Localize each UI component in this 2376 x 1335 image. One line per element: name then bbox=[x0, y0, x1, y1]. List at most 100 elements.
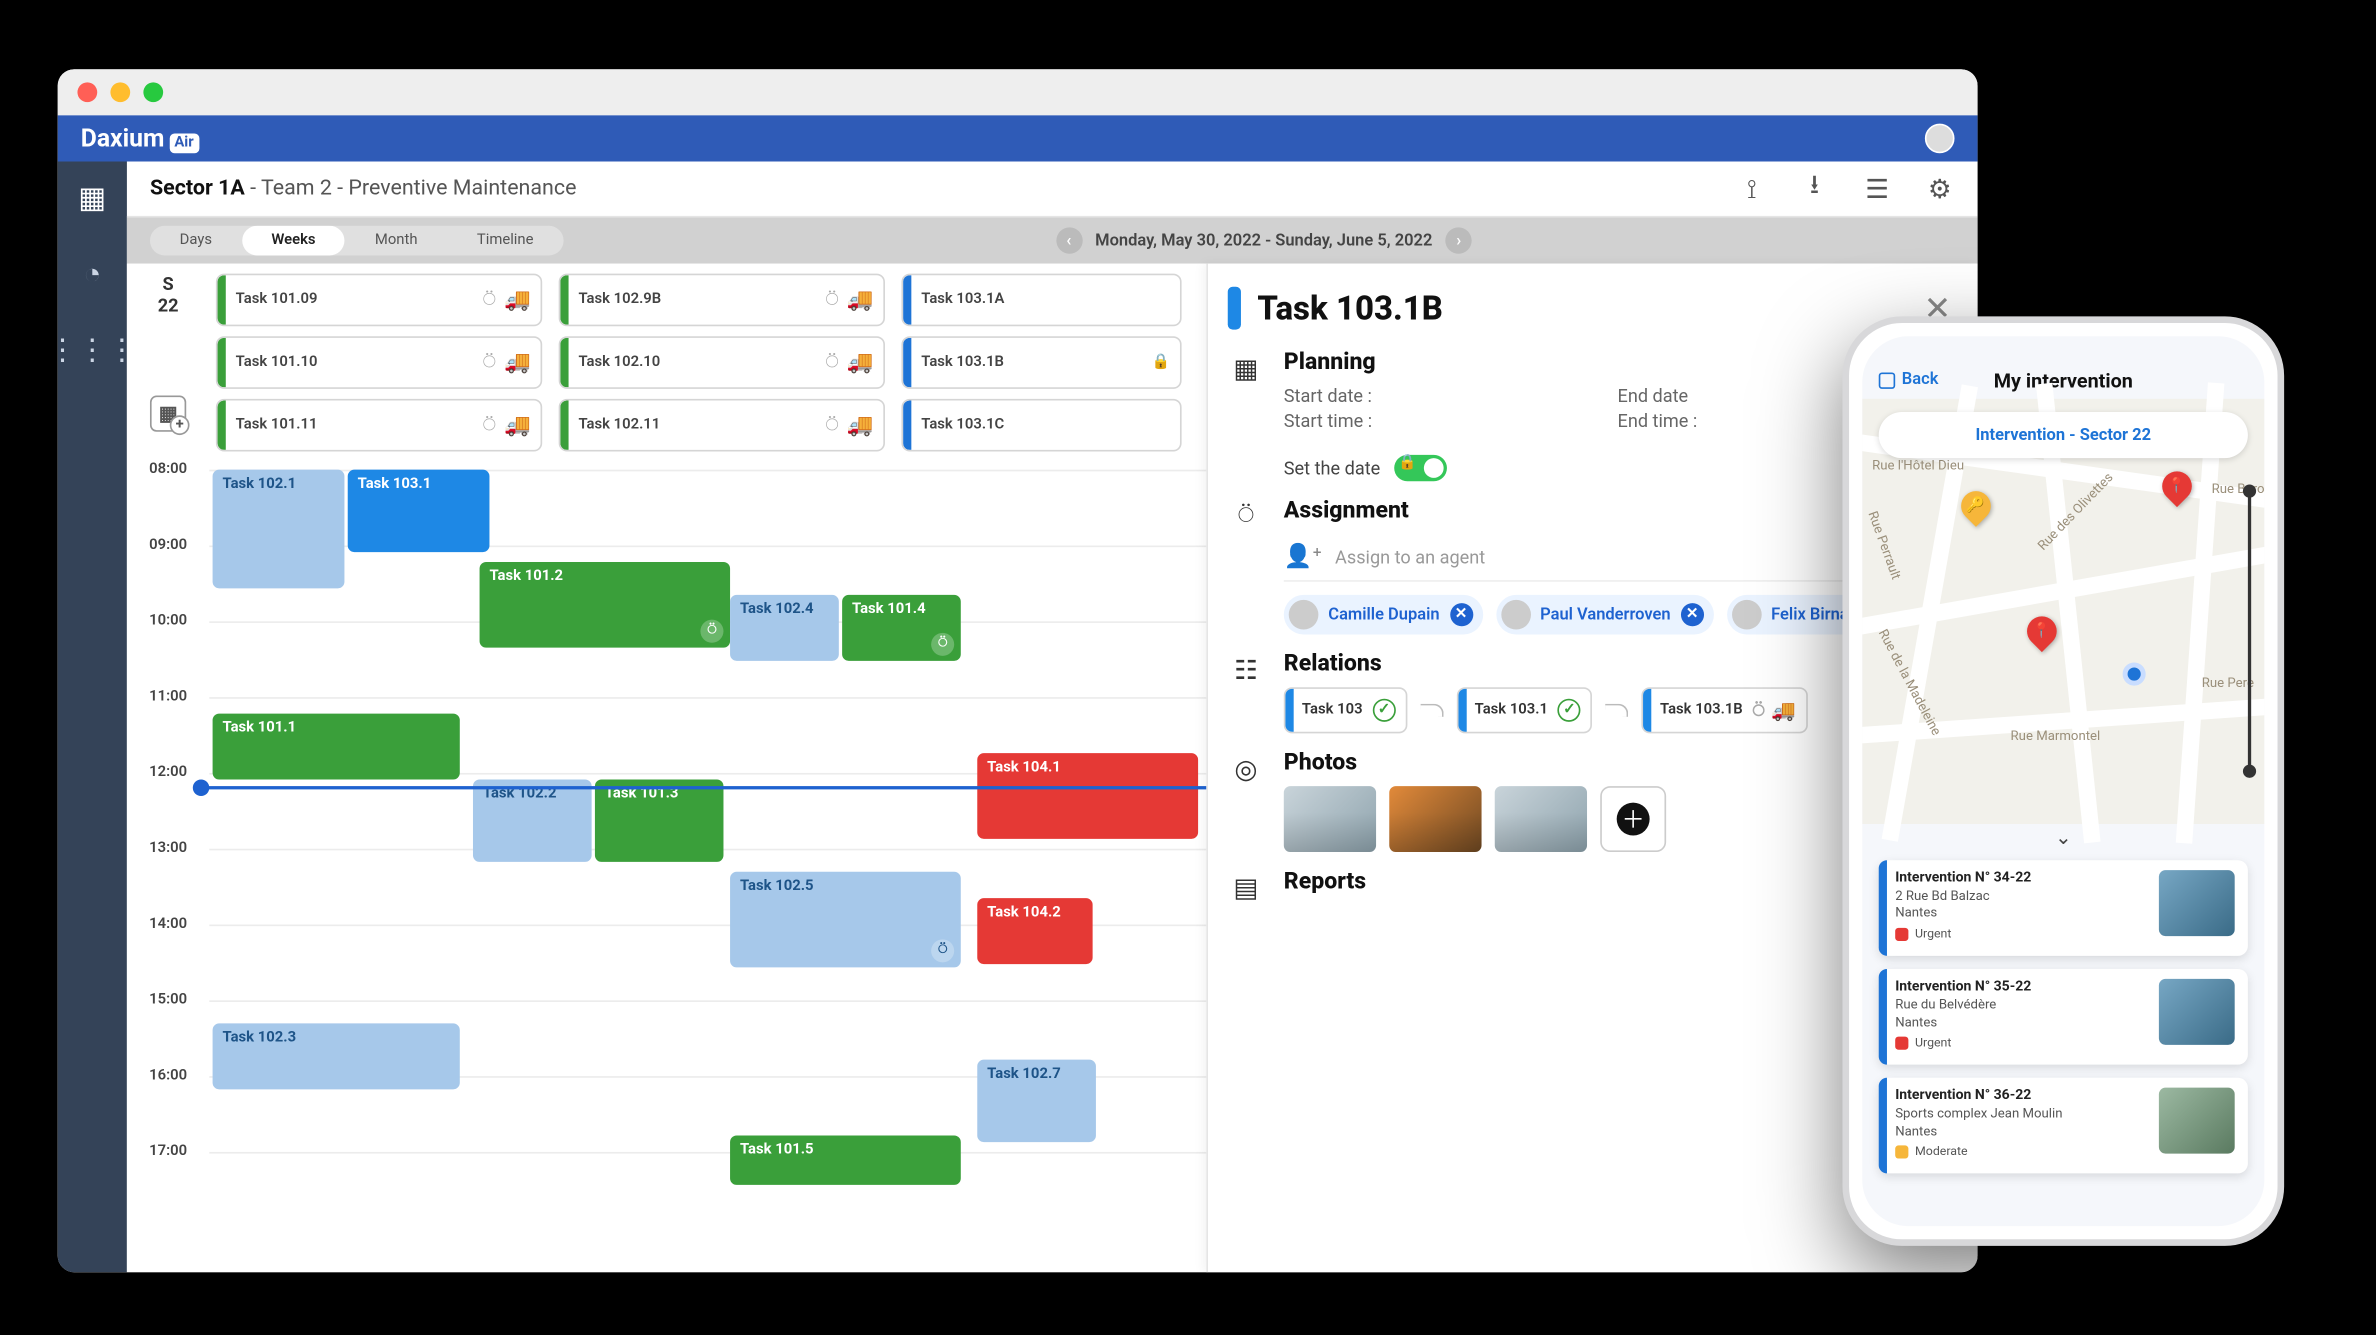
phone-screen: Back My intervention Rue l'Hôtel Dieu Ru… bbox=[1862, 336, 2264, 1226]
truck-icon: 🚚 bbox=[1771, 698, 1796, 723]
remove-chip-icon[interactable]: ✕ bbox=[1449, 603, 1472, 626]
assignee-chip[interactable]: Paul Vanderroven✕ bbox=[1496, 595, 1714, 635]
intervention-card[interactable]: Intervention N° 35-22Rue du BelvédèreNan… bbox=[1879, 969, 2248, 1065]
schedule-block[interactable]: Task 104.2 bbox=[977, 898, 1092, 964]
map-view[interactable]: Rue l'Hôtel Dieu Rue Perrault Rue de la … bbox=[1862, 399, 2264, 824]
brand-logo: Daxium Air bbox=[81, 124, 199, 154]
user-avatar[interactable] bbox=[1925, 124, 1955, 154]
maximize-dot[interactable] bbox=[143, 82, 163, 102]
task-card[interactable]: Task 101.10⍥🚚 bbox=[216, 336, 542, 389]
clock-icon[interactable]: ◔ bbox=[76, 257, 109, 290]
task-card[interactable]: Task 101.11⍥🚚 bbox=[216, 399, 542, 452]
schedule-block[interactable]: Task 101.4⍥ bbox=[842, 595, 961, 661]
people-icon: ⍥ bbox=[1753, 698, 1765, 723]
range-label: Monday, May 30, 2022 - Sunday, June 5, 2… bbox=[1095, 232, 1432, 250]
road-label: Rue Perrault bbox=[1865, 509, 1903, 581]
map-zoom-slider[interactable] bbox=[2248, 491, 2251, 771]
road-label: Rue l'Hôtel Dieu bbox=[1872, 458, 1964, 473]
reports-icon: ▤ bbox=[1228, 868, 1264, 904]
relations-icon: ☷ bbox=[1228, 651, 1264, 687]
schedule-block[interactable]: Task 102.5⍥ bbox=[730, 872, 961, 968]
schedule-block[interactable]: Task 103.1 bbox=[348, 470, 490, 552]
hour-label: 14:00 bbox=[127, 916, 209, 932]
hour-label: 08:00 bbox=[127, 461, 209, 477]
task-card[interactable]: Task 103.1B🔒 bbox=[901, 336, 1181, 389]
task-card[interactable]: Task 102.9B⍥🚚 bbox=[559, 274, 885, 327]
remove-chip-icon[interactable]: ✕ bbox=[1681, 603, 1704, 626]
avatar-icon bbox=[1732, 600, 1762, 630]
grid-icon[interactable]: ⋮⋮⋮ bbox=[76, 333, 109, 366]
relation-card[interactable]: Task 103.1✓ bbox=[1456, 687, 1592, 733]
hour-label: 10:00 bbox=[127, 613, 209, 629]
task-card[interactable]: Task 102.11⍥🚚 bbox=[559, 399, 885, 452]
schedule-block[interactable]: Task 102.4 bbox=[730, 595, 839, 661]
filter-icon[interactable]: ☰ bbox=[1862, 174, 1892, 204]
task-card[interactable]: Task 101.09⍥🚚 bbox=[216, 274, 542, 327]
people-icon: ⍥ bbox=[483, 413, 496, 438]
check-icon: ✓ bbox=[1558, 699, 1581, 722]
assignment-icon: ⍥ bbox=[1228, 498, 1264, 534]
minimize-dot[interactable] bbox=[110, 82, 130, 102]
photo-thumb[interactable] bbox=[1284, 786, 1376, 852]
page-header: Sector 1A - Team 2 - Preventive Maintena… bbox=[127, 162, 1978, 218]
prev-range[interactable]: ‹ bbox=[1056, 227, 1082, 253]
schedule-block[interactable]: Task 104.1 bbox=[977, 753, 1198, 839]
schedule-block[interactable]: Task 101.1 bbox=[213, 714, 460, 780]
schedule-block[interactable]: Task 101.2⍥ bbox=[480, 562, 730, 648]
hour-label: 13:00 bbox=[127, 840, 209, 856]
photo-thumb[interactable] bbox=[1389, 786, 1481, 852]
next-range[interactable]: › bbox=[1446, 227, 1472, 253]
photo-thumb[interactable] bbox=[1495, 786, 1587, 852]
back-icon bbox=[1879, 372, 1895, 388]
schedule-block[interactable]: Task 102.2 bbox=[473, 780, 592, 862]
task-card[interactable]: Task 103.1C bbox=[901, 399, 1181, 452]
intervention-card[interactable]: Intervention N° 34-222 Rue Bd BalzacNant… bbox=[1879, 860, 2248, 956]
assign-placeholder[interactable]: Assign to an agent bbox=[1335, 546, 1485, 567]
relation-card[interactable]: Task 103.1B⍥🚚 bbox=[1642, 687, 1807, 733]
date-range: ‹ Monday, May 30, 2022 - Sunday, June 5,… bbox=[1056, 227, 1472, 253]
schedule-block[interactable]: Task 101.3 bbox=[595, 780, 724, 862]
intervention-list: Intervention N° 34-222 Rue Bd BalzacNant… bbox=[1862, 850, 2264, 1183]
seg-timeline[interactable]: Timeline bbox=[447, 226, 563, 256]
calendar-icon[interactable]: ▦ bbox=[76, 181, 109, 214]
thumbnail bbox=[2159, 979, 2235, 1045]
task-card[interactable]: Task 103.1A bbox=[901, 274, 1181, 327]
expand-handle[interactable]: ⌄ bbox=[1862, 824, 2264, 850]
close-dot[interactable] bbox=[77, 82, 97, 102]
road-label: Rue Baro bbox=[2212, 481, 2265, 496]
relation-card[interactable]: Task 103✓ bbox=[1284, 687, 1407, 733]
task-card[interactable]: Task 102.10⍥🚚 bbox=[559, 336, 885, 389]
view-bar: Days Weeks Month Timeline ‹ Monday, May … bbox=[127, 218, 1978, 264]
schedule-block[interactable]: Task 102.7 bbox=[977, 1060, 1096, 1142]
seg-month[interactable]: Month bbox=[345, 226, 447, 256]
avatar-icon bbox=[1289, 600, 1319, 630]
seg-days[interactable]: Days bbox=[150, 226, 242, 256]
map-pill[interactable]: Intervention - Sector 22 bbox=[1879, 412, 2248, 458]
hour-label: 09:00 bbox=[127, 537, 209, 553]
main-area: Sector 1A - Team 2 - Preventive Maintena… bbox=[127, 162, 1978, 1273]
panel-title: Task 103.1B bbox=[1257, 288, 1907, 328]
map-pin-red[interactable]: 📍 bbox=[2021, 610, 2063, 652]
set-date-toggle[interactable] bbox=[1393, 455, 1446, 481]
road-label: Rue Pere bbox=[2202, 676, 2254, 691]
download-icon[interactable]: ⭳ bbox=[1800, 174, 1830, 204]
settings-icon[interactable]: ⚙ bbox=[1925, 174, 1955, 204]
block-people-icon: ⍥ bbox=[931, 633, 954, 656]
pin-icon[interactable]: ⟟ bbox=[1737, 174, 1767, 204]
people-icon: ⍥ bbox=[483, 350, 496, 375]
seg-weeks[interactable]: Weeks bbox=[242, 226, 346, 256]
back-button[interactable]: Back bbox=[1879, 371, 1939, 389]
assignee-chip[interactable]: Camille Dupain✕ bbox=[1284, 595, 1483, 635]
day-cell: S 22 ▦ bbox=[127, 264, 209, 470]
add-calendar-button[interactable]: ▦ bbox=[150, 396, 186, 432]
thumbnail bbox=[2159, 870, 2235, 936]
add-photo-button[interactable]: ＋ bbox=[1600, 786, 1666, 852]
planning-icon: ▦ bbox=[1228, 349, 1264, 385]
map-pin-yellow[interactable]: 🔑 bbox=[1955, 485, 1997, 527]
schedule-block[interactable]: Task 101.5 bbox=[730, 1135, 961, 1184]
phone-topbar: Back My intervention bbox=[1862, 336, 2264, 399]
intervention-card[interactable]: Intervention N° 36-22Sports complex Jean… bbox=[1879, 1078, 2248, 1174]
map-pin-red[interactable]: 📍 bbox=[2156, 465, 2198, 507]
schedule-block[interactable]: Task 102.3 bbox=[213, 1023, 460, 1089]
schedule-block[interactable]: Task 102.1 bbox=[213, 470, 345, 589]
